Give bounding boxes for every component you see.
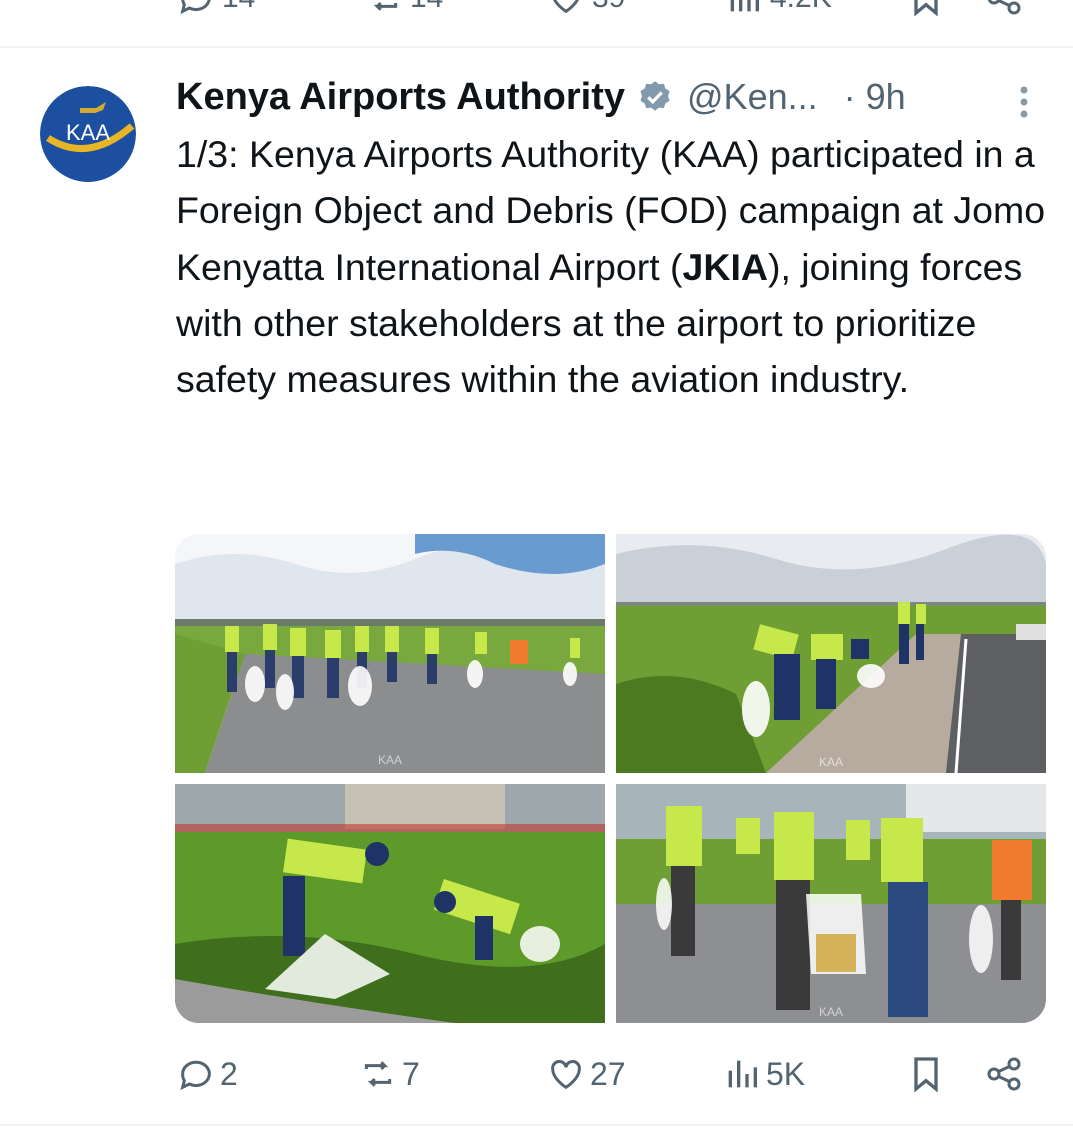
views-icon [730, 0, 759, 12]
photo-watermark: KAA [378, 753, 402, 767]
prev-reply-count: 14 [222, 0, 255, 15]
like-count: 27 [590, 1055, 626, 1092]
reply-count: 2 [220, 1055, 238, 1092]
tweet-media-grid: KAA KAA KAA [175, 534, 1046, 1023]
prev-views-count: 4.2K [770, 0, 832, 15]
repost-count: 7 [402, 1055, 420, 1092]
photo-picking-debris-by-runway-path[interactable]: KAA [616, 534, 1046, 773]
prev-repost-button[interactable]: 14 [364, 0, 443, 18]
bookmark-button[interactable] [906, 1054, 946, 1094]
repost-icon [373, 1, 398, 11]
jkia-hashtag: JKIA [682, 245, 768, 288]
previous-tweet-actions: 14 14 39 4.2K [0, 0, 1073, 18]
photo-watermark: KAA [819, 755, 843, 769]
repost-icon [364, 1061, 392, 1087]
prev-repost-count: 14 [410, 0, 443, 15]
tweet-text: 1/3: Kenya Airports Authority (KAA) part… [176, 126, 1046, 407]
photo-watermark: KAA [819, 1005, 843, 1019]
more-options-icon[interactable] [1012, 82, 1036, 122]
repost-button[interactable]: 7 [358, 1054, 420, 1094]
share-icon [987, 0, 1021, 15]
tweet-actions: 2 7 27 5K [0, 1054, 1073, 1100]
prev-share-button[interactable] [984, 0, 1024, 18]
prev-reply-button[interactable]: 14 [176, 0, 255, 18]
photo-two-workers-in-grass[interactable] [175, 784, 605, 1023]
photo-group-collecting-on-road[interactable]: KAA [175, 534, 605, 773]
like-button[interactable]: 27 [546, 1054, 626, 1094]
views-button[interactable]: 5K [722, 1054, 805, 1094]
author-avatar[interactable]: KAA [40, 86, 136, 182]
photo-officials-holding-bag[interactable]: KAA [616, 784, 1046, 1023]
share-icon [987, 1057, 1021, 1091]
views-icon [728, 1060, 757, 1088]
avatar-text: KAA [66, 120, 110, 145]
reply-icon [180, 1060, 211, 1091]
author-handle[interactable]: @Ken... [687, 76, 818, 118]
views-count: 5K [766, 1055, 806, 1092]
share-button[interactable] [984, 1054, 1024, 1094]
like-icon [553, 0, 579, 14]
verified-badge-icon [640, 81, 670, 111]
tweet-divider-top [0, 46, 1073, 48]
tweet-timestamp[interactable]: · 9h [844, 76, 906, 118]
like-icon [551, 1060, 581, 1090]
prev-bookmark-button[interactable] [906, 0, 946, 18]
prev-like-button[interactable]: 39 [546, 0, 625, 18]
bookmark-icon [914, 1057, 938, 1093]
reply-icon [180, 0, 211, 15]
author-name[interactable]: Kenya Airports Authority [176, 76, 625, 119]
bookmark-icon [914, 0, 938, 17]
reply-button[interactable]: 2 [176, 1054, 238, 1094]
prev-like-count: 39 [592, 0, 625, 15]
prev-views-button[interactable]: 4.2K [724, 0, 832, 18]
tweet-header: Kenya Airports Authority @Ken... · 9h [176, 72, 906, 122]
kaa-logo: KAA [40, 86, 136, 182]
tweet-divider-bottom [0, 1124, 1073, 1126]
